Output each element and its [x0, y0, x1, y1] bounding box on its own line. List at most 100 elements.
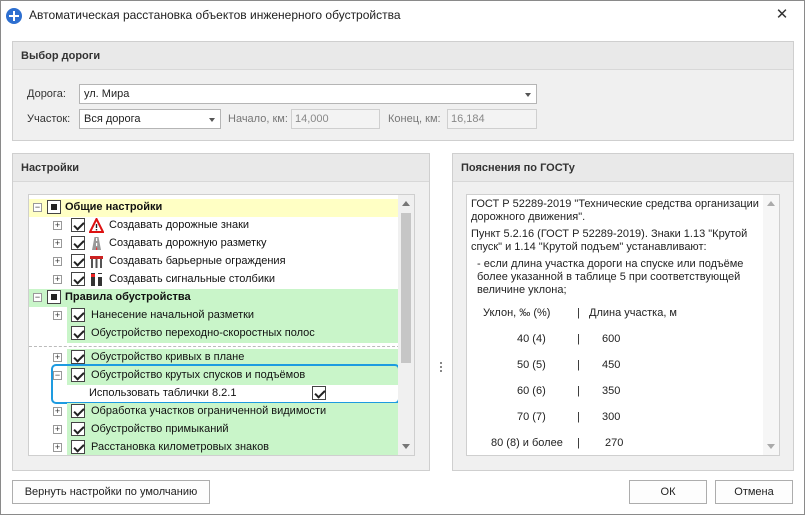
tree-label-speed-lanes: Обустройство переходно-скоростных полос: [91, 327, 315, 339]
gost-para-2: Пункт 5.2.16 (ГОСТ Р 52289-2019). Знаки …: [471, 228, 748, 253]
cancel-button[interactable]: Отмена: [715, 480, 793, 504]
tree-label-curves: Обустройство кривых в плане: [91, 351, 245, 363]
checkbox-rules[interactable]: [47, 290, 61, 304]
tree-row-barriers[interactable]: + Создавать барьерные ограждения: [29, 253, 400, 271]
dialog-window: Автоматическая расстановка объектов инже…: [0, 0, 805, 515]
settings-tree: − Общие настройки + Создавать дорожные з…: [28, 194, 415, 456]
end-km-label: Конец, км:: [388, 113, 441, 125]
expand-icon[interactable]: +: [53, 221, 62, 230]
road-panel-header: Выбор дороги: [13, 42, 793, 70]
tree-row-initial-marking[interactable]: + Нанесение начальной разметки: [29, 307, 400, 325]
checkbox-general[interactable]: [47, 200, 61, 214]
start-km-label: Начало, км:: [228, 113, 288, 125]
start-km-field[interactable]: 14,000: [291, 109, 380, 129]
tree-label-junctions: Обустройство примыканий: [91, 423, 229, 435]
tree-label-barriers: Создавать барьерные ограждения: [109, 255, 286, 267]
scroll-up-icon[interactable]: [767, 201, 775, 206]
road-value: ул. Мира: [84, 88, 130, 100]
tree-row-junctions[interactable]: + Обустройство примыканий: [29, 421, 400, 439]
warning-sign-icon: [89, 218, 104, 233]
scroll-down-icon[interactable]: [402, 444, 410, 449]
checkbox-curves[interactable]: [71, 350, 85, 364]
checkbox-barriers[interactable]: [71, 254, 85, 268]
selection-highlight: [51, 364, 400, 404]
tree-row-visibility[interactable]: + Обработка участков ограниченной видимо…: [29, 403, 400, 421]
gost-para-3: - если длина участка дороги на спуске ил…: [477, 258, 744, 296]
settings-panel: Настройки − Общие настройки + Создавать …: [12, 153, 430, 471]
checkbox-signs[interactable]: [71, 218, 85, 232]
expand-icon[interactable]: +: [53, 425, 62, 434]
gost-table-row-slope: 40 (4): [517, 333, 546, 345]
chevron-down-icon: [209, 118, 215, 122]
gost-table-row-length: 300: [602, 411, 621, 423]
expand-icon[interactable]: +: [53, 443, 62, 452]
gost-table-row-length: 600: [602, 333, 621, 345]
title-bar: Автоматическая расстановка объектов инже…: [1, 1, 804, 31]
gost-table-row-sep: |: [577, 333, 580, 345]
gost-table-row-length: 350: [602, 385, 621, 397]
close-button[interactable]: ✕: [774, 7, 790, 23]
checkbox-marking[interactable]: [71, 236, 85, 250]
tree-row-km-signs[interactable]: + Расстановка километровых знаков: [29, 439, 400, 455]
gost-table-header-slope: Уклон, ‰ (%): [483, 307, 551, 319]
ok-button[interactable]: ОК: [629, 480, 707, 504]
gost-table-row-sep: |: [577, 411, 580, 423]
expand-icon[interactable]: +: [53, 257, 62, 266]
gost-table-row-slope: 80 (8) и более: [491, 437, 563, 449]
expand-icon[interactable]: +: [53, 275, 62, 284]
tree-label-visibility: Обработка участков ограниченной видимост…: [91, 405, 327, 417]
section-label: Участок:: [27, 113, 71, 125]
scroll-up-icon[interactable]: [402, 201, 410, 206]
tree-label-marking: Создавать дорожную разметку: [109, 237, 267, 249]
collapse-icon[interactable]: −: [33, 293, 42, 302]
expand-icon[interactable]: +: [53, 311, 62, 320]
gost-text-box: ГОСТ Р 52289-2019 "Технические средства …: [466, 194, 780, 456]
gost-table-row-slope: 60 (6): [517, 385, 546, 397]
collapse-icon[interactable]: −: [33, 203, 42, 212]
end-km-field[interactable]: 16,184: [447, 109, 537, 129]
road-combobox[interactable]: ул. Мира: [79, 84, 537, 104]
tree-label-km-signs: Расстановка километровых знаков: [91, 441, 270, 453]
road-marking-icon: [92, 237, 101, 250]
road-label: Дорога:: [27, 88, 66, 100]
checkbox-initial-marking[interactable]: [71, 308, 85, 322]
tree-row-marking[interactable]: + Создавать дорожную разметку: [29, 235, 400, 253]
gost-scrollbar[interactable]: [763, 195, 779, 455]
tree-row-signs[interactable]: + Создавать дорожные знаки: [29, 217, 400, 235]
panel-splitter[interactable]: [439, 361, 443, 375]
settings-panel-header: Настройки: [13, 154, 429, 182]
gost-table-header-sep: |: [577, 307, 580, 319]
window-title: Автоматическая расстановка объектов инже…: [29, 8, 401, 22]
section-value: Вся дорога: [84, 113, 141, 125]
road-selection-panel: Выбор дороги Дорога: ул. Мира Участок: В…: [12, 41, 794, 141]
expand-icon[interactable]: +: [53, 239, 62, 248]
gost-para-1: ГОСТ Р 52289-2019 "Технические средства …: [471, 198, 759, 223]
checkbox-km-signs[interactable]: [71, 440, 85, 454]
reset-defaults-button[interactable]: Вернуть настройки по умолчанию: [12, 480, 210, 504]
gost-table-row-sep: |: [577, 437, 580, 449]
expand-icon[interactable]: +: [53, 407, 62, 416]
tree-label-rules: Правила обустройства: [65, 291, 191, 303]
tree-row-general[interactable]: − Общие настройки: [29, 199, 400, 217]
gost-table-row-length: 270: [605, 437, 624, 449]
scroll-thumb[interactable]: [401, 213, 411, 363]
tree-label-general: Общие настройки: [65, 201, 163, 213]
signal-post-icon: [91, 273, 102, 286]
expand-icon[interactable]: +: [53, 353, 62, 362]
checkbox-junctions[interactable]: [71, 422, 85, 436]
tree-scrollbar[interactable]: [398, 195, 414, 455]
chevron-down-icon: [525, 93, 531, 97]
checkbox-visibility[interactable]: [71, 404, 85, 418]
tree-row-posts[interactable]: + Создавать сигнальные столбики: [29, 271, 400, 289]
tree-divider: [29, 346, 400, 347]
scroll-down-icon[interactable]: [767, 444, 775, 449]
gost-table-header-length: Длина участка, м: [589, 307, 677, 319]
tree-row-rules[interactable]: − Правила обустройства: [29, 289, 400, 307]
tree-label-initial-marking: Нанесение начальной разметки: [91, 309, 255, 321]
checkbox-speed-lanes[interactable]: [71, 326, 85, 340]
gost-panel: Пояснения по ГОСТу ГОСТ Р 52289-2019 "Те…: [452, 153, 794, 471]
checkbox-posts[interactable]: [71, 272, 85, 286]
section-combobox[interactable]: Вся дорога: [79, 109, 221, 129]
gost-table-row-length: 450: [602, 359, 621, 371]
tree-row-speed-lanes[interactable]: Обустройство переходно-скоростных полос: [29, 325, 400, 343]
